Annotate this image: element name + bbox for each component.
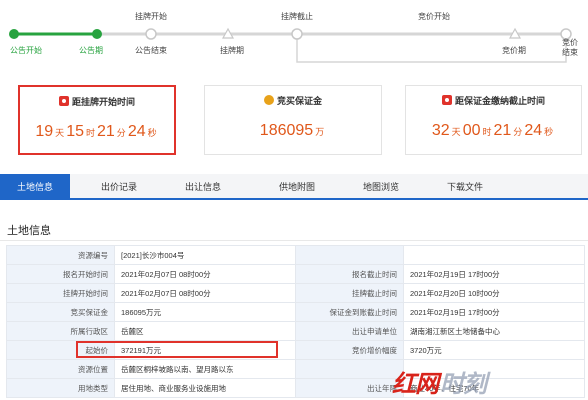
unit-second: 秒 xyxy=(544,127,554,137)
table-label-cell: 资源位置 xyxy=(6,359,115,379)
timeline-node-announce-period xyxy=(92,29,102,39)
timeline-label-listing-end: 挂牌截止 xyxy=(281,12,313,21)
table-value-cell: 2021年02月19日 17时00分 xyxy=(403,264,585,284)
timeline-node-listing-end xyxy=(291,28,303,40)
table-label-cell: 所属行政区 xyxy=(6,321,115,341)
table-label-cell: 出让年限 xyxy=(295,378,404,398)
watermark-text-gray: 时刻 xyxy=(440,370,487,398)
progress-timeline: 挂牌开始 挂牌截止 竞价开始 公告开始 公告期 公告结束 挂牌期 竞价期 竞价结… xyxy=(0,0,588,66)
section-divider xyxy=(0,240,588,241)
table-value-cell: [2021]长沙市004号 xyxy=(114,245,296,265)
table-value-cell: 372191万元 xyxy=(114,340,296,360)
countdown-value: 32 天 00 时 21 分 24 秒 xyxy=(406,122,581,140)
table-row: 资源编号 [2021]长沙市004号 xyxy=(6,245,585,265)
countdown-hours: 00 xyxy=(462,122,481,139)
card-header: 距保证金缴纳截止时间 xyxy=(406,93,581,107)
deposit-unit: 万 xyxy=(315,127,325,137)
timeline-node-announce-end xyxy=(145,28,157,40)
table-label-cell: 报名截止时间 xyxy=(295,264,404,284)
table-row: 挂牌开始时间 2021年02月07日 08时00分 挂牌截止时间 2021年02月20… xyxy=(6,283,585,303)
tab-bid-records[interactable]: 出价记录 xyxy=(84,174,154,200)
alarm-icon xyxy=(441,95,452,105)
table-value-cell: 居住用地、商业服务业设施用地 xyxy=(114,378,296,398)
card-title: 竞买保证金 xyxy=(276,95,322,106)
table-label-cell: 挂牌开始时间 xyxy=(6,283,115,303)
table-label-cell: 用地类型 xyxy=(6,378,115,398)
table-value-cell: 2021年02月07日 08时00分 xyxy=(114,283,296,303)
table-label-cell: 保证金到账截止时间 xyxy=(295,302,404,322)
unit-hour: 时 xyxy=(85,128,95,138)
land-info-table: 资源编号 [2021]长沙市004号 报名开始时间 2021年02月07日 08时00… xyxy=(6,245,585,398)
countdown-minutes: 21 xyxy=(97,123,115,140)
tab-map-browse[interactable]: 地图浏览 xyxy=(346,174,416,200)
table-value-cell: 3720万元 xyxy=(403,340,585,360)
table-row: 资源位置 岳麓区桐梓坡路以南、望月路以东 xyxy=(6,359,585,379)
table-label-cell: 起始价 xyxy=(6,340,115,360)
table-row: 用地类型 居住用地、商业服务业设施用地 出让年限 商业40年、住宅70年 xyxy=(6,378,585,398)
table-row: 所属行政区 岳麓区 出让申请单位 湖南湘江新区土地储备中心 xyxy=(6,321,585,341)
timeline-label-announce-start: 公告开始 xyxy=(10,46,42,55)
timeline-label-bidding-period: 竞价期 xyxy=(502,46,526,55)
table-label-cell xyxy=(295,245,404,265)
deposit-card: 竞买保证金 186095 万 xyxy=(204,85,382,155)
countdown-seconds: 24 xyxy=(524,122,543,139)
table-label-cell: 出让申请单位 xyxy=(295,321,404,341)
table-label-cell xyxy=(295,359,404,379)
countdown-value: 19 天 15 时 21 分 24 秒 xyxy=(20,123,174,141)
unit-minute: 分 xyxy=(116,128,126,138)
unit-hour: 时 xyxy=(482,127,492,137)
deposit-value: 186095 万 xyxy=(205,122,381,140)
watermark-text-red: 红网 xyxy=(392,370,439,398)
tab-land-info[interactable]: 土地信息 xyxy=(0,174,70,200)
table-value-cell: 岳麓区桐梓坡路以南、望月路以东 xyxy=(114,359,296,379)
table-label-cell: 竞买保证金 xyxy=(6,302,115,322)
table-value-cell: 2021年02月20日 10时00分 xyxy=(403,283,585,303)
table-row: 竞买保证金 186095万元 保证金到账截止时间 2021年02月19日 17时00分 xyxy=(6,302,585,322)
tab-transfer-info[interactable]: 出让信息 xyxy=(168,174,238,200)
table-label-cell: 竞价增价幅度 xyxy=(295,340,404,360)
timeline-label-announce-period: 公告期 xyxy=(79,46,103,55)
card-header: 距挂牌开始时间 xyxy=(20,94,174,108)
unit-day: 天 xyxy=(451,127,461,137)
table-value-cell: 186095万元 xyxy=(114,302,296,322)
tab-bar: 土地信息 出价记录 出让信息 供地附图 地图浏览 下载文件 xyxy=(0,174,588,200)
table-value-cell: 岳麓区 xyxy=(114,321,296,341)
card-title: 距挂牌开始时间 xyxy=(71,96,135,107)
table-row: 报名开始时间 2021年02月07日 08时00分 报名截止时间 2021年02月19… xyxy=(6,264,585,284)
timeline-node-announce-start xyxy=(9,29,19,39)
countdown-card-deposit-deadline: 距保证金缴纳截止时间 32 天 00 时 21 分 24 秒 xyxy=(405,85,582,155)
countdown-minutes: 21 xyxy=(493,122,512,139)
alarm-icon xyxy=(58,96,69,106)
table-label-cell: 资源编号 xyxy=(6,245,115,265)
unit-day: 天 xyxy=(55,128,65,138)
countdown-days: 32 xyxy=(431,122,450,139)
unit-minute: 分 xyxy=(513,127,523,137)
tab-download-files[interactable]: 下载文件 xyxy=(430,174,500,200)
timeline-label-bidding-start: 竞价开始 xyxy=(418,12,450,21)
coin-icon xyxy=(263,95,274,105)
table-label-cell: 报名开始时间 xyxy=(6,264,115,284)
watermark-logo: 红网 时刻 xyxy=(392,364,487,398)
countdown-seconds: 24 xyxy=(127,123,146,140)
table-value-cell xyxy=(403,245,585,265)
section-title: 土地信息 xyxy=(7,225,51,237)
countdown-card-listing-start: 距挂牌开始时间 19 天 15 时 21 分 24 秒 xyxy=(18,85,176,155)
deposit-amount: 186095 xyxy=(259,122,314,139)
tab-supply-maps[interactable]: 供地附图 xyxy=(262,174,332,200)
timeline-label-announce-end: 公告结束 xyxy=(135,46,167,55)
timeline-label-bidding-end: 竞价结束 xyxy=(562,38,578,57)
timeline-graphic xyxy=(9,27,572,63)
timeline-label-listing-period: 挂牌期 xyxy=(220,46,244,55)
card-title: 距保证金缴纳截止时间 xyxy=(454,95,545,106)
table-row: 起始价 372191万元 竞价增价幅度 3720万元 xyxy=(6,340,585,360)
table-value-cell: 2021年02月19日 17时00分 xyxy=(403,302,585,322)
table-value-cell: 2021年02月07日 08时00分 xyxy=(114,264,296,284)
table-label-cell: 挂牌截止时间 xyxy=(295,283,404,303)
countdown-days: 19 xyxy=(35,123,54,140)
countdown-hours: 15 xyxy=(66,123,84,140)
unit-second: 秒 xyxy=(147,128,157,138)
table-value-cell: 湖南湘江新区土地储备中心 xyxy=(403,321,585,341)
timeline-label-listing-start: 挂牌开始 xyxy=(135,12,167,21)
card-header: 竞买保证金 xyxy=(205,93,381,107)
